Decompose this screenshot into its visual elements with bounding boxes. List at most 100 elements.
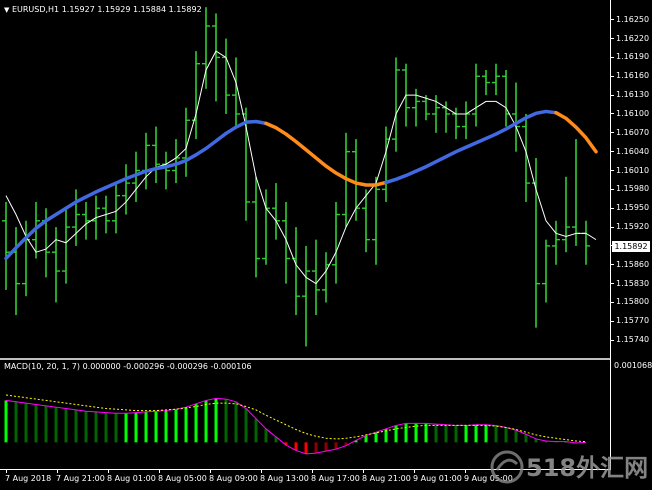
time-tick-label: 8 Aug 13:00: [260, 474, 309, 483]
price-tick-mark: [610, 38, 614, 40]
price-tick-mark: [610, 339, 614, 341]
candle: [532, 157, 540, 328]
price-tick-label: 1.16220: [616, 33, 650, 43]
price-tick-label: 1.15740: [616, 335, 650, 345]
price-chart[interactable]: [0, 0, 610, 358]
candle: [172, 139, 180, 184]
candle: [552, 220, 560, 265]
candle: [372, 176, 380, 265]
time-tick-mark: [6, 469, 7, 473]
time-tick-mark: [108, 469, 109, 473]
candle: [492, 63, 500, 96]
price-tick-label: 1.15860: [616, 259, 650, 269]
price-tick-label: 1.15830: [616, 278, 650, 288]
candle: [502, 69, 510, 127]
candle: [322, 252, 330, 303]
candle: [52, 227, 60, 303]
watermark-logo-icon: 518外汇网: [490, 450, 648, 484]
price-tick-mark: [610, 301, 614, 303]
candle: [272, 183, 280, 240]
time-tick-mark: [57, 469, 58, 473]
price-tick-label: 1.16250: [616, 14, 650, 24]
fast-ma-line: [5, 50, 597, 285]
time-tick-mark: [414, 469, 415, 473]
watermark-logo: 518外汇网: [488, 448, 648, 486]
candle: [542, 239, 550, 303]
candle: [382, 126, 390, 202]
symbol-label: EURUSD,H1: [11, 5, 60, 14]
price-tick-mark: [610, 188, 614, 190]
ohlc-values: 1.15927 1.15929 1.15884 1.15892: [61, 5, 202, 14]
candle: [2, 201, 10, 290]
candle: [522, 113, 530, 202]
price-tick-mark: [610, 56, 614, 58]
candle: [392, 57, 400, 152]
candle: [332, 201, 340, 284]
price-tick-mark: [610, 283, 614, 285]
candle: [232, 57, 240, 127]
price-tick-label: 1.16100: [616, 108, 650, 118]
price-tick-label: 1.16010: [616, 165, 650, 175]
price-tick-label: 1.15950: [616, 203, 650, 213]
chart-header: ▼ EURUSD,H1 1.15927 1.15929 1.15884 1.15…: [4, 5, 202, 15]
candle: [82, 201, 90, 240]
candle: [12, 227, 20, 316]
signal-line: [5, 394, 587, 443]
price-tick-label: 1.16160: [616, 71, 650, 81]
candle: [192, 51, 200, 140]
price-tick-mark: [610, 151, 614, 153]
candle: [202, 7, 210, 89]
candle: [512, 82, 520, 152]
price-tick-mark: [610, 226, 614, 228]
candle: [252, 176, 260, 278]
time-tick-mark: [312, 469, 313, 473]
time-tick-label: 8 Aug 09:00: [209, 474, 258, 483]
candle: [282, 201, 290, 284]
chart-menu-arrow-icon[interactable]: ▼: [4, 6, 9, 14]
time-tick-label: 8 Aug 17:00: [311, 474, 360, 483]
slow-ma-segment: [264, 121, 388, 187]
price-tick-mark: [610, 320, 614, 322]
price-tick-label: 1.15770: [616, 316, 650, 326]
price-tick-mark: [610, 113, 614, 115]
price-tick-mark: [610, 264, 614, 266]
price-tick-mark: [610, 207, 614, 209]
candle: [222, 38, 230, 114]
time-tick-label: 7 Aug 2018: [5, 474, 52, 483]
price-tick-label: 1.15920: [616, 222, 650, 232]
price-tick-mark: [610, 19, 614, 21]
candle: [292, 227, 300, 316]
price-tick-label: 1.16070: [616, 127, 650, 137]
candle: [412, 88, 420, 127]
price-tick-label: 1.15800: [616, 297, 650, 307]
slow-ma-segment: [384, 109, 558, 185]
time-tick-label: 8 Aug 21:00: [362, 474, 411, 483]
price-tick-label: 1.16190: [616, 52, 650, 62]
price-tick-mark: [610, 132, 614, 134]
candle: [162, 151, 170, 190]
time-tick-mark: [261, 469, 262, 473]
time-tick-mark: [465, 469, 466, 473]
current-price-marker: 1.15892: [612, 241, 650, 252]
time-tick-label: 8 Aug 05:00: [158, 474, 207, 483]
time-tick-label: 8 Aug 01:00: [107, 474, 156, 483]
candle: [62, 208, 70, 284]
candle: [472, 63, 480, 127]
time-tick-label: 9 Aug 01:00: [413, 474, 462, 483]
candle: [302, 245, 310, 347]
candle: [582, 220, 590, 265]
price-tick-label: 1.15980: [616, 184, 650, 194]
time-tick-mark: [210, 469, 211, 473]
candle: [462, 101, 470, 140]
price-tick-label: 1.16040: [616, 146, 650, 156]
candle: [152, 126, 160, 184]
watermark-text: 518外汇网: [526, 454, 648, 482]
price-tick-mark: [610, 94, 614, 96]
candle: [562, 176, 570, 253]
time-tick-mark: [159, 469, 160, 473]
chart-window[interactable]: ▼ EURUSD,H1 1.15927 1.15929 1.15884 1.15…: [0, 0, 652, 489]
candle: [182, 107, 190, 177]
time-tick-mark: [363, 469, 364, 473]
candle: [572, 139, 580, 246]
price-tick-mark: [610, 75, 614, 77]
